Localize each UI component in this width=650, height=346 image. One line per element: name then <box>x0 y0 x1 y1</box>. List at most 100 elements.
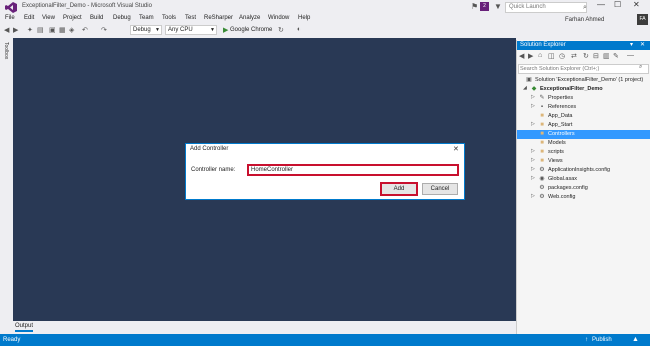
collapsed-triangle-icon[interactable]: ▷ <box>531 121 535 127</box>
sync-icon[interactable]: ⇄ <box>571 52 577 60</box>
menu-tools[interactable]: Tools <box>162 15 176 21</box>
folder-icon: ■ <box>540 149 544 155</box>
tree-item-app-data[interactable]: ■ App_Data <box>517 112 650 121</box>
menu-edit[interactable]: Edit <box>24 15 34 21</box>
tree-item-scripts[interactable]: ▷ ■ scripts <box>517 148 650 157</box>
folder-icon: ■ <box>540 158 544 164</box>
collapsed-triangle-icon[interactable]: ▷ <box>531 166 535 172</box>
tree-item-web-config[interactable]: ▷ ⚙ Web.config <box>517 193 650 202</box>
menu-bar: File Edit View Project Build Debug Team … <box>0 15 650 25</box>
tree-item-solution[interactable]: ▣ Solution 'ExceptionalFilter_Demo' (1 p… <box>517 76 650 85</box>
home-icon[interactable]: ⌂ <box>538 52 542 59</box>
config-value: Debug <box>133 27 151 33</box>
menu-analyze[interactable]: Analyze <box>239 15 260 21</box>
pin-icon[interactable]: ▾ <box>630 41 633 48</box>
run-icon[interactable]: ▶ <box>223 26 228 34</box>
platform-combo[interactable]: Any CPU ▼ <box>165 25 217 35</box>
menu-debug[interactable]: Debug <box>113 15 131 21</box>
tree-item-project[interactable]: ◢ ◆ ExceptionalFilter_Demo <box>517 85 650 94</box>
toolbox-tab[interactable]: Toolbox <box>3 42 9 59</box>
tree-item-label: Models <box>548 140 566 146</box>
menu-project[interactable]: Project <box>63 15 82 21</box>
publish-button[interactable]: Publish <box>592 337 612 343</box>
solution-config-icon[interactable]: ◈ <box>69 26 74 34</box>
wrench-icon: ✎ <box>539 95 545 101</box>
config-combo[interactable]: Debug ▼ <box>130 25 162 35</box>
tree-item-models[interactable]: ■ Models <box>517 139 650 148</box>
solution-search-placeholder: Search Solution Explorer (Ctrl+;) <box>520 66 600 72</box>
menu-test[interactable]: Test <box>185 15 196 21</box>
open-icon[interactable]: ▤ <box>37 26 44 34</box>
redo-icon[interactable]: ↷ <box>101 26 107 34</box>
menu-help[interactable]: Help <box>298 15 310 21</box>
save-all-icon[interactable]: ▦ <box>59 26 66 34</box>
publish-arrow-icon[interactable]: ↑ <box>585 337 588 343</box>
properties-icon[interactable]: ✎ <box>613 52 619 60</box>
collapsed-triangle-icon[interactable]: ▷ <box>531 175 535 181</box>
tree-item-global-asax[interactable]: ▷ ◉ Global.asax <box>517 175 650 184</box>
forward-icon[interactable]: ▶ <box>13 26 18 34</box>
tab-output[interactable]: Output <box>15 323 34 332</box>
menu-file[interactable]: File <box>5 15 15 21</box>
menu-window[interactable]: Window <box>268 15 289 21</box>
status-text: Ready <box>3 337 21 343</box>
config-file-icon: ⚙ <box>539 194 545 200</box>
undo-icon[interactable]: ↶ <box>82 26 88 34</box>
tree-item-views[interactable]: ▷ ■ Views <box>517 157 650 166</box>
switch-views-icon[interactable]: ◫ <box>548 52 555 60</box>
tree-item-packages-config[interactable]: ⚙ packages.config <box>517 184 650 193</box>
chevron-down-icon: ▼ <box>155 27 160 33</box>
visual-studio-logo-icon <box>5 2 17 13</box>
filter-icon[interactable]: ▼ <box>494 2 502 11</box>
refresh-icon[interactable]: ↻ <box>583 52 589 60</box>
tree-item-label: Solution 'ExceptionalFilter_Demo' (1 pro… <box>535 77 644 83</box>
collapsed-triangle-icon[interactable]: ▷ <box>531 193 535 199</box>
show-all-files-icon[interactable]: ▥ <box>603 52 610 60</box>
browser-link-icon[interactable]: ◐ <box>297 26 301 33</box>
tree-item-label: Properties <box>548 95 574 101</box>
expanded-triangle-icon[interactable]: ◢ <box>523 85 527 91</box>
project-icon: ◆ <box>531 86 537 92</box>
minimize-icon[interactable]: — <box>597 0 605 9</box>
collapsed-triangle-icon[interactable]: ▷ <box>531 103 535 109</box>
tree-item-controllers[interactable]: ■ Controllers <box>517 130 650 139</box>
user-name[interactable]: Farhan Ahmed <box>565 17 604 23</box>
new-project-icon[interactable]: ✦ <box>27 26 33 34</box>
preview-icon[interactable]: — <box>627 52 634 59</box>
menu-build[interactable]: Build <box>90 15 103 21</box>
collapse-all-icon[interactable]: ⊟ <box>593 52 599 60</box>
collapsed-triangle-icon[interactable]: ▷ <box>531 157 535 163</box>
tree-item-appinsights-config[interactable]: ▷ ⚙ ApplicationInsights.config <box>517 166 650 175</box>
folder-icon: ■ <box>540 122 544 128</box>
menu-resharper[interactable]: ReSharper <box>204 15 233 21</box>
tree-item-label: App_Data <box>548 113 573 119</box>
save-icon[interactable]: ▣ <box>49 26 56 34</box>
controller-name-input[interactable]: HomeController <box>247 164 459 176</box>
menu-view[interactable]: View <box>42 15 55 21</box>
cancel-button[interactable]: Cancel <box>422 183 458 195</box>
close-icon[interactable]: ✕ <box>633 0 640 9</box>
quick-launch-input[interactable]: Quick Launch ⌕ <box>505 2 587 13</box>
history-icon[interactable]: ◷ <box>559 52 565 60</box>
tree-item-properties[interactable]: ▷ ✎ Properties <box>517 94 650 103</box>
forward-icon[interactable]: ▶ <box>528 52 533 60</box>
collapsed-triangle-icon[interactable]: ▷ <box>531 94 535 100</box>
collapsed-triangle-icon[interactable]: ▷ <box>531 148 535 154</box>
search-icon: ⌕ <box>583 4 587 11</box>
back-icon[interactable]: ◀ <box>4 26 9 34</box>
menu-team[interactable]: Team <box>139 15 154 21</box>
feedback-flag-icon[interactable]: ⚑ <box>471 2 479 12</box>
notification-badge[interactable]: 2 <box>480 2 489 11</box>
avatar[interactable]: FA <box>637 14 648 25</box>
tree-item-app-start[interactable]: ▷ ■ App_Start <box>517 121 650 130</box>
refresh-icon[interactable]: ↻ <box>278 26 284 34</box>
back-icon[interactable]: ◀ <box>519 52 524 60</box>
maximize-icon[interactable]: ☐ <box>614 0 621 9</box>
close-icon[interactable]: ✕ <box>453 145 459 153</box>
close-icon[interactable]: ✕ <box>640 41 645 48</box>
tree-item-references[interactable]: ▷ ▪ References <box>517 103 650 112</box>
run-target-button[interactable]: Google Chrome <box>230 27 272 33</box>
add-button[interactable]: Add <box>380 182 418 196</box>
notifications-icon[interactable]: ▲ <box>632 336 639 343</box>
dialog-title: Add Controller <box>190 146 229 152</box>
